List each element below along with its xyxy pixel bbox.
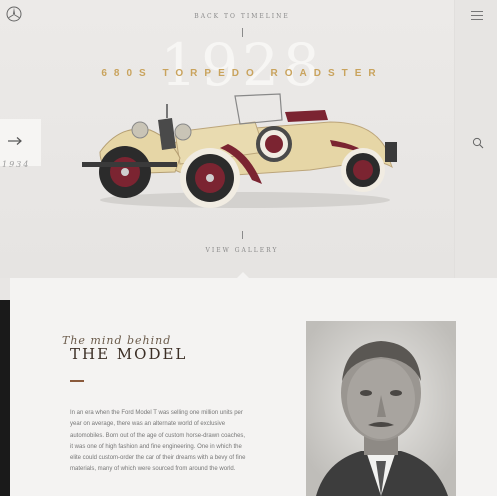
year-watermark: 1928 <box>160 31 324 99</box>
panel-notch <box>236 272 250 279</box>
search-icon[interactable] <box>472 137 484 149</box>
heading-dash <box>70 380 84 382</box>
prev-year-label[interactable]: 1934 <box>2 160 30 169</box>
portrait-photo <box>306 321 456 496</box>
model-name: 680S TORPEDO ROADSTER <box>101 68 383 79</box>
arrow-right-icon[interactable] <box>7 136 23 146</box>
back-to-timeline-link[interactable]: BACK TO TIMELINE <box>0 13 484 20</box>
dark-side-strip <box>0 300 10 496</box>
view-gallery-link[interactable]: VIEW GALLERY <box>0 247 484 254</box>
vintage-car-image <box>82 93 397 208</box>
section-body-text: In an era when the Ford Model T was sell… <box>70 410 246 473</box>
divider-tick <box>242 231 243 239</box>
section-heading: THE MODEL <box>70 345 188 363</box>
